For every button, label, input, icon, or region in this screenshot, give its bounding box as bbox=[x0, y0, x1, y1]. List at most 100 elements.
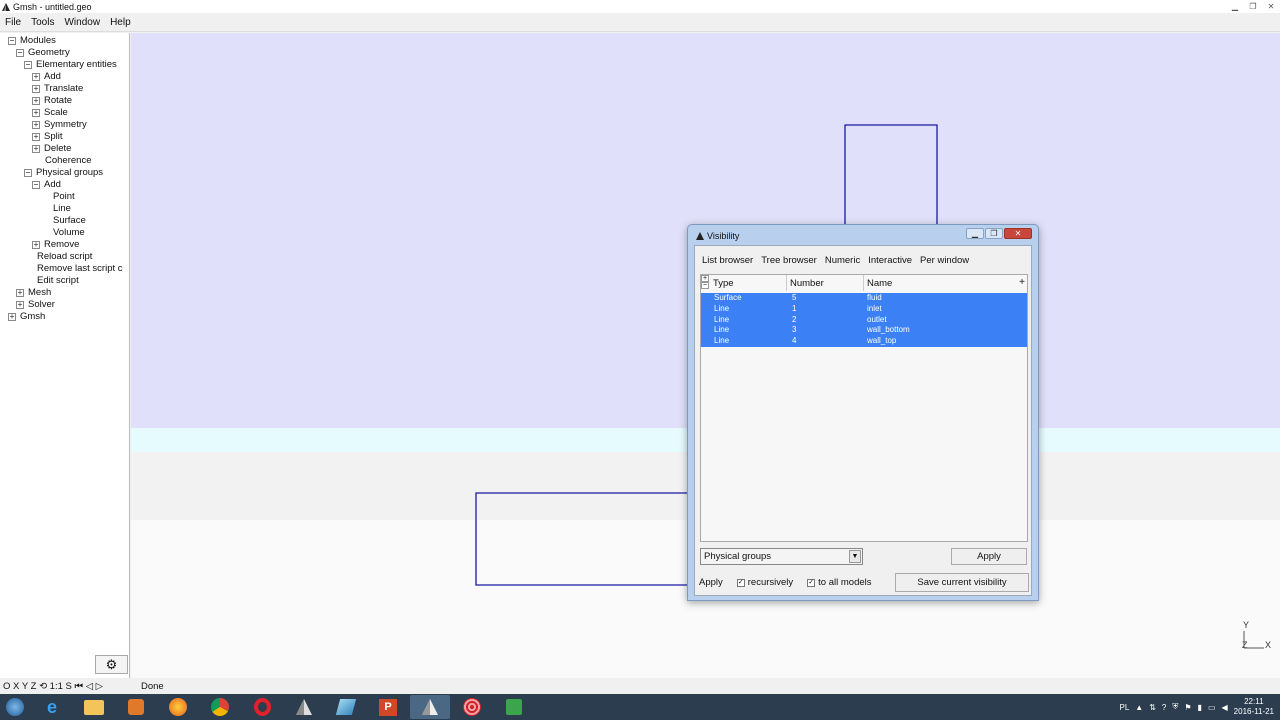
tab-numeric[interactable]: Numeric bbox=[822, 252, 863, 270]
expand-icon[interactable]: + bbox=[32, 73, 40, 81]
taskbar-explorer[interactable] bbox=[74, 695, 114, 719]
tree-item-physical-groups[interactable]: − Physical groups bbox=[24, 167, 103, 179]
tree-item-elementary[interactable]: − Elementary entities bbox=[24, 59, 117, 71]
minimize-icon[interactable]: ▁ bbox=[1226, 0, 1244, 12]
column-name[interactable]: Name bbox=[867, 278, 892, 289]
collapse-icon[interactable]: − bbox=[16, 49, 24, 57]
collapse-icon[interactable]: − bbox=[24, 61, 32, 69]
options-button[interactable]: ⚙ bbox=[95, 655, 128, 674]
tree-item-edit-script[interactable]: Edit script bbox=[37, 275, 79, 287]
expand-icon[interactable]: + bbox=[32, 97, 40, 105]
tree-item-coherence[interactable]: Coherence bbox=[45, 155, 91, 167]
collapse-icon[interactable]: − bbox=[24, 169, 32, 177]
tree-item-modules[interactable]: − Modules bbox=[8, 35, 56, 47]
taskbar-powerpoint[interactable]: P bbox=[368, 695, 408, 719]
tree-item-rotate[interactable]: + Rotate bbox=[32, 95, 72, 107]
sort-buttons[interactable]: + − bbox=[701, 275, 710, 291]
close-icon[interactable]: ✕ bbox=[1004, 228, 1032, 239]
network-icon[interactable]: ⇅ bbox=[1149, 703, 1156, 712]
add-column-button[interactable]: + bbox=[1019, 277, 1025, 288]
tree-item-solver[interactable]: + Solver bbox=[16, 299, 55, 311]
list-row[interactable]: Line 4 wall_top bbox=[701, 336, 1027, 347]
tab-interactive[interactable]: Interactive bbox=[865, 252, 915, 270]
plus-icon[interactable]: + bbox=[701, 275, 709, 282]
list-row[interactable]: Line 3 wall_bottom bbox=[701, 325, 1027, 337]
tab-per-window[interactable]: Per window bbox=[917, 252, 972, 270]
entity-list[interactable]: + − Type Number Name + Surface 5 fluid Line… bbox=[700, 274, 1028, 542]
expand-icon[interactable]: + bbox=[32, 241, 40, 249]
close-icon[interactable]: ✕ bbox=[1262, 0, 1280, 12]
flag-icon[interactable]: ⚑ bbox=[1184, 703, 1191, 712]
all-models-checkbox[interactable]: ✓ to all models bbox=[807, 577, 872, 588]
language-indicator[interactable]: PL bbox=[1120, 703, 1130, 712]
tree-item-remove[interactable]: + Remove bbox=[32, 239, 79, 251]
menu-window[interactable]: Window bbox=[59, 17, 105, 28]
volume-icon[interactable]: ◀ bbox=[1222, 703, 1228, 712]
expand-icon[interactable]: + bbox=[32, 133, 40, 141]
list-row[interactable]: Line 1 inlet bbox=[701, 303, 1027, 315]
expand-icon[interactable]: + bbox=[8, 313, 16, 321]
maximize-icon[interactable]: ❐ bbox=[985, 228, 1003, 239]
signal-icon[interactable]: ▮ bbox=[1198, 703, 1202, 712]
expand-icon[interactable]: + bbox=[32, 121, 40, 129]
taskbar-opera[interactable] bbox=[242, 695, 282, 719]
expand-icon[interactable]: + bbox=[32, 145, 40, 153]
help-icon[interactable]: ? bbox=[1162, 703, 1166, 712]
list-row[interactable]: Line 2 outlet bbox=[701, 314, 1027, 326]
taskbar-ie[interactable]: e bbox=[32, 695, 72, 719]
minimize-icon[interactable]: ▁ bbox=[966, 228, 984, 239]
tree-item-remove-last-script[interactable]: Remove last script c bbox=[37, 263, 123, 275]
tree-item-split[interactable]: + Split bbox=[32, 131, 62, 143]
expand-icon[interactable]: + bbox=[16, 289, 24, 297]
recursively-checkbox[interactable]: ✓ recursively bbox=[736, 577, 793, 588]
tree-item-translate[interactable]: + Translate bbox=[32, 83, 83, 95]
save-visibility-button[interactable]: Save current visibility bbox=[895, 573, 1029, 592]
collapse-icon[interactable]: − bbox=[32, 181, 40, 189]
taskbar-firefox[interactable] bbox=[158, 695, 198, 719]
maximize-icon[interactable]: ❐ bbox=[1244, 0, 1262, 12]
tree-item-physical-add[interactable]: − Add bbox=[32, 179, 61, 191]
list-row[interactable]: Surface 5 fluid bbox=[701, 293, 1027, 304]
menu-tools[interactable]: Tools bbox=[26, 17, 59, 28]
apply-button[interactable]: Apply bbox=[951, 548, 1027, 565]
tab-list-browser[interactable]: List browser bbox=[699, 252, 757, 270]
tree-item-symmetry[interactable]: + Symmetry bbox=[32, 119, 87, 131]
tree-item-delete[interactable]: + Delete bbox=[32, 143, 71, 155]
taskbar-media[interactable] bbox=[116, 695, 156, 719]
menu-help[interactable]: Help bbox=[105, 17, 136, 28]
tree-item-gmsh[interactable]: + Gmsh bbox=[8, 311, 45, 323]
tab-tree-browser[interactable]: Tree browser bbox=[758, 252, 820, 270]
entity-type-select[interactable]: Physical groups ▼ bbox=[700, 548, 863, 565]
tree-item-point[interactable]: Point bbox=[53, 191, 75, 203]
battery-icon[interactable]: ▭ bbox=[1208, 703, 1216, 712]
taskbar-app[interactable] bbox=[326, 695, 366, 719]
column-type[interactable]: Type bbox=[713, 278, 734, 289]
taskbar-chart-app[interactable] bbox=[494, 695, 534, 719]
tree-item-geometry[interactable]: − Geometry bbox=[16, 47, 70, 59]
taskbar-chrome[interactable] bbox=[200, 695, 240, 719]
tree-item-scale[interactable]: + Scale bbox=[32, 107, 68, 119]
tree-item-reload-script[interactable]: Reload script bbox=[37, 251, 92, 263]
tray-arrow-icon[interactable]: ▲ bbox=[1135, 703, 1143, 712]
checkbox-icon[interactable]: ✓ bbox=[807, 578, 816, 587]
shield-icon[interactable]: ⛨ bbox=[1172, 702, 1178, 712]
menu-file[interactable]: File bbox=[0, 17, 26, 28]
tree-item-add[interactable]: + Add bbox=[32, 71, 61, 83]
taskbar-gmsh-active[interactable] bbox=[410, 695, 450, 719]
column-number[interactable]: Number bbox=[790, 278, 824, 289]
expand-icon[interactable]: + bbox=[16, 301, 24, 309]
checkbox-icon[interactable]: ✓ bbox=[736, 578, 745, 587]
tree-item-mesh[interactable]: + Mesh bbox=[16, 287, 51, 299]
tree-item-surface[interactable]: Surface bbox=[53, 215, 86, 227]
tree-item-volume[interactable]: Volume bbox=[53, 227, 85, 239]
expand-icon[interactable]: + bbox=[32, 85, 40, 93]
chevron-down-icon[interactable]: ▼ bbox=[849, 550, 861, 563]
apply-label[interactable]: Apply bbox=[699, 577, 723, 588]
taskbar-gmsh[interactable] bbox=[284, 695, 324, 719]
clock[interactable]: 22:11 2016-11-21 bbox=[1234, 697, 1274, 717]
expand-icon[interactable]: + bbox=[32, 109, 40, 117]
collapse-icon[interactable]: − bbox=[8, 37, 16, 45]
minus-icon[interactable]: − bbox=[701, 282, 709, 289]
start-button[interactable] bbox=[0, 694, 30, 720]
view-buttons[interactable]: O X Y Z ⟲ 1:1 S ⏮ ◁ ▷ bbox=[3, 681, 103, 692]
